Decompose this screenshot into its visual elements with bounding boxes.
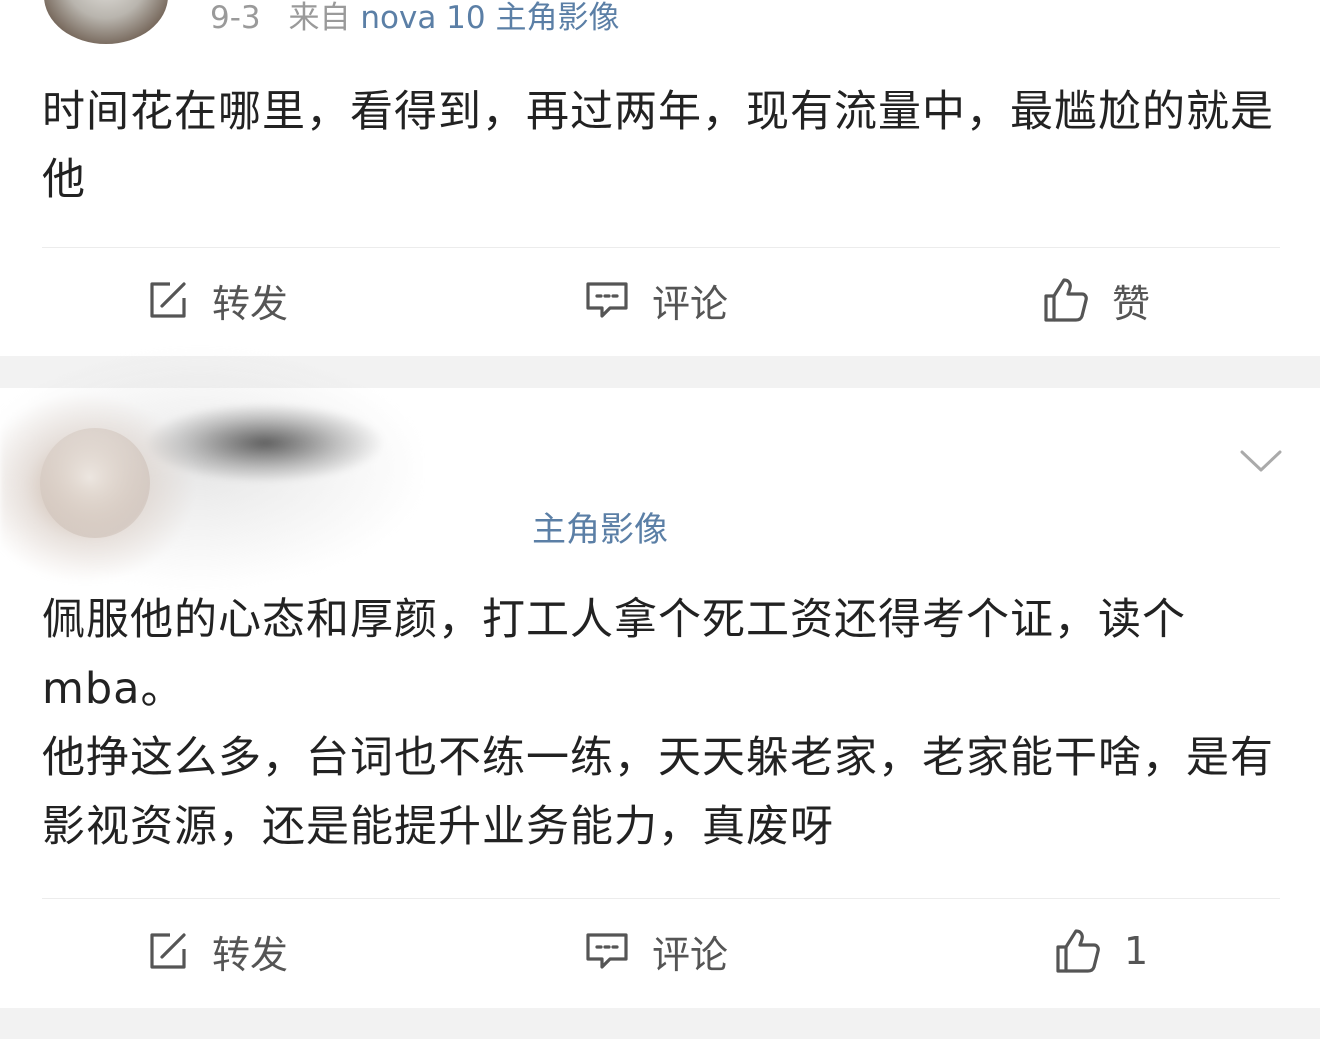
source-device-link[interactable]: nova 10 主角影像 bbox=[360, 0, 619, 36]
post-card: 主角影像 佩服他的心态和厚颜，打工人拿个死工资还得考个证，读个mba。 他挣这么… bbox=[0, 348, 1320, 1008]
action-bar: 转发 评论 bbox=[0, 248, 1320, 352]
username-link[interactable]: 主角影像 bbox=[532, 510, 668, 550]
repost-button[interactable]: 转发 bbox=[146, 248, 288, 352]
comment-label: 评论 bbox=[652, 932, 729, 977]
edit-share-icon bbox=[146, 929, 190, 973]
comment-bubble-icon bbox=[584, 278, 630, 322]
post-meta: 9-3 来自 nova 10 主角影像 bbox=[210, 0, 619, 36]
comment-label: 评论 bbox=[652, 281, 729, 326]
edit-share-icon bbox=[146, 278, 190, 322]
post-text: 佩服他的心态和厚颜，打工人拿个死工资还得考个证，读个mba。 他挣这么多，台词也… bbox=[42, 586, 1282, 862]
avatar[interactable] bbox=[40, 428, 150, 538]
like-button[interactable]: 1 bbox=[1054, 899, 1148, 1003]
feed-page: 9-3 来自 nova 10 主角影像 时间花在哪里，看得到，再过两年，现有流量… bbox=[0, 0, 1320, 1039]
repost-button[interactable]: 转发 bbox=[146, 899, 288, 1003]
avatar[interactable] bbox=[44, 0, 168, 44]
like-label: 赞 bbox=[1112, 281, 1151, 326]
chevron-down-icon[interactable] bbox=[1238, 446, 1284, 476]
comment-button[interactable]: 评论 bbox=[584, 248, 728, 352]
like-button[interactable]: 赞 bbox=[1042, 248, 1150, 352]
post-date: 9-3 bbox=[210, 0, 261, 36]
source-prefix: 来自 bbox=[288, 0, 351, 36]
post-text: 时间花在哪里，看得到，再过两年，现有流量中，最尴尬的就是他 bbox=[42, 87, 1274, 205]
post-separator bbox=[0, 1008, 1320, 1039]
thumbs-up-icon bbox=[1054, 927, 1102, 975]
action-bar: 转发 评论 bbox=[0, 899, 1320, 1003]
repost-label: 转发 bbox=[212, 281, 289, 326]
thumbs-up-icon bbox=[1042, 276, 1090, 324]
comment-bubble-icon bbox=[584, 929, 630, 973]
like-count: 1 bbox=[1124, 929, 1149, 973]
comment-button[interactable]: 评论 bbox=[584, 899, 728, 1003]
repost-label: 转发 bbox=[212, 932, 289, 977]
post-paragraph: 佩服他的心态和厚颜，打工人拿个死工资还得考个证，读个mba。 bbox=[42, 595, 1186, 714]
post-card: 9-3 来自 nova 10 主角影像 时间花在哪里，看得到，再过两年，现有流量… bbox=[0, 0, 1320, 356]
post-paragraph: 他挣这么多，台词也不练一练，天天躲老家，老家能干啥，是有影视资源，还是能提升业务… bbox=[42, 733, 1274, 852]
